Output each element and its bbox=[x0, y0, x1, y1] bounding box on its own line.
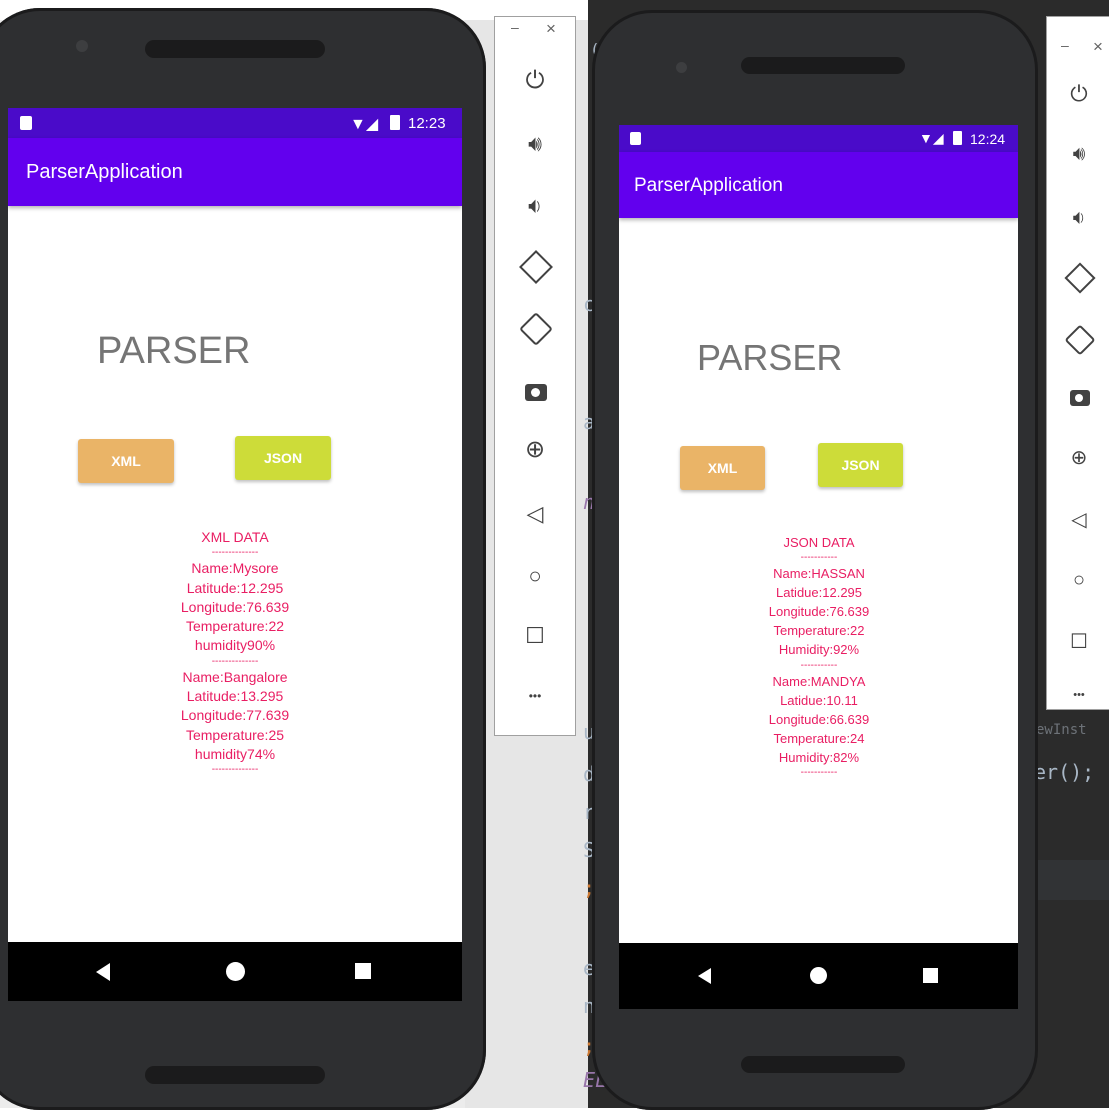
page-title: PARSER bbox=[697, 337, 843, 378]
code-fragment: ewInst bbox=[1036, 722, 1087, 738]
back-icon[interactable] bbox=[698, 968, 711, 984]
xml-button[interactable]: XML bbox=[78, 439, 174, 483]
volume-up-icon[interactable]: 🔊︎ bbox=[1059, 143, 1099, 166]
volume-down-icon[interactable]: 🔉︎ bbox=[1059, 207, 1099, 230]
separator: -------------- bbox=[211, 547, 259, 559]
record-name: Name:Bangalore bbox=[182, 668, 288, 685]
emulator-screen-left: ▼◢ 12:23 ParserApplication PARSER XML JS… bbox=[8, 108, 462, 1001]
page-title: PARSER bbox=[97, 330, 251, 372]
record-name: Name:Mysore bbox=[191, 560, 279, 577]
status-time: 12:24 bbox=[970, 131, 1006, 147]
rotate-left-icon[interactable] bbox=[1064, 262, 1096, 294]
data-output: JSON DATA ----------- Name:HASSAN Latidu… bbox=[729, 533, 909, 779]
record-temperature: Temperature:22 bbox=[773, 623, 865, 639]
camera-icon[interactable] bbox=[525, 384, 547, 401]
rotate-left-icon[interactable] bbox=[519, 250, 553, 284]
data-title: JSON DATA bbox=[783, 535, 855, 550]
overview-icon[interactable]: ☐ bbox=[1059, 629, 1099, 654]
more-icon[interactable]: ••• bbox=[515, 689, 555, 703]
power-icon[interactable]: ⏻ bbox=[1059, 81, 1099, 107]
record-name: Name:HASSAN bbox=[773, 566, 865, 582]
record-longitude: Longitude:76.639 bbox=[180, 598, 290, 615]
home-icon[interactable] bbox=[226, 962, 245, 981]
record-longitude: Longitude:76.639 bbox=[768, 604, 870, 620]
record-longitude: Longitude:77.639 bbox=[180, 707, 290, 724]
ide-editor-band bbox=[1030, 860, 1109, 900]
separator: ----------- bbox=[800, 767, 838, 779]
rotate-right-icon[interactable] bbox=[1064, 324, 1096, 356]
emulator-toolbar-left: – × ⏻ 🔊︎ 🔉︎ ⊕ ◁ ○ ☐ ••• bbox=[494, 16, 576, 736]
navigation-bar bbox=[8, 942, 462, 1001]
wifi-signal-icon: ▼◢ bbox=[919, 130, 944, 146]
sd-card-icon bbox=[20, 116, 32, 130]
front-camera bbox=[76, 40, 88, 52]
xml-button[interactable]: XML bbox=[680, 446, 765, 490]
battery-icon bbox=[953, 131, 962, 145]
speaker-grille-top bbox=[145, 40, 325, 58]
json-button[interactable]: JSON bbox=[235, 436, 331, 480]
json-button[interactable]: JSON bbox=[818, 443, 903, 487]
separator: ----------- bbox=[800, 552, 838, 564]
record-temperature: Temperature:22 bbox=[185, 618, 285, 635]
navigation-bar bbox=[619, 943, 1018, 1009]
speaker-grille-top bbox=[741, 57, 905, 74]
separator: -------------- bbox=[211, 764, 259, 776]
speaker-grille-bottom bbox=[145, 1066, 325, 1084]
wifi-signal-icon: ▼◢ bbox=[350, 116, 379, 133]
volume-up-icon[interactable]: 🔊︎ bbox=[515, 131, 555, 157]
power-icon[interactable]: ⏻ bbox=[515, 67, 555, 95]
status-bar: ▼◢ 12:23 bbox=[8, 108, 462, 138]
record-name: Name:MANDYA bbox=[772, 673, 866, 689]
separator: -------------- bbox=[211, 655, 259, 667]
back-icon[interactable] bbox=[96, 963, 110, 981]
more-icon[interactable]: ••• bbox=[1059, 689, 1099, 701]
volume-down-icon[interactable]: 🔉︎ bbox=[515, 193, 555, 219]
home-icon[interactable] bbox=[810, 967, 827, 984]
record-humidity: Humidity:82% bbox=[778, 749, 860, 765]
status-bar: ▼◢ 12:24 bbox=[619, 125, 1018, 152]
record-temperature: Temperature:25 bbox=[185, 726, 285, 743]
data-output: XML DATA -------------- Name:Mysore Lati… bbox=[135, 528, 335, 776]
close-button[interactable]: × bbox=[1093, 37, 1103, 57]
record-longitude: Longitude:66.639 bbox=[768, 711, 870, 727]
emulator-screen-right: ▼◢ 12:24 ParserApplication PARSER XML JS… bbox=[619, 125, 1018, 1009]
home-icon[interactable]: ○ bbox=[1059, 569, 1099, 592]
overview-icon[interactable] bbox=[923, 968, 938, 983]
sd-card-icon bbox=[630, 132, 641, 145]
record-latitude: Latitude:13.295 bbox=[186, 688, 284, 705]
back-icon[interactable]: ◁ bbox=[1059, 507, 1099, 532]
battery-icon bbox=[390, 115, 400, 130]
front-camera bbox=[676, 62, 687, 73]
camera-icon[interactable] bbox=[1070, 390, 1090, 406]
app-bar: ParserApplication bbox=[8, 138, 462, 206]
record-latitude: Latitude:12.295 bbox=[186, 579, 284, 596]
zoom-icon[interactable]: ⊕ bbox=[515, 435, 555, 464]
home-icon[interactable]: ○ bbox=[515, 563, 555, 589]
code-fragment: er(); bbox=[1034, 760, 1095, 784]
app-title: ParserApplication bbox=[26, 161, 183, 183]
minimize-button[interactable]: – bbox=[1061, 37, 1069, 53]
data-title: XML DATA bbox=[201, 529, 269, 545]
record-latitude: Latidue:12.295 bbox=[775, 585, 863, 601]
record-humidity: humidity90% bbox=[194, 637, 276, 654]
app-bar: ParserApplication bbox=[619, 152, 1018, 218]
record-humidity: humidity74% bbox=[194, 745, 276, 762]
status-time: 12:23 bbox=[408, 115, 446, 132]
zoom-icon[interactable]: ⊕ bbox=[1059, 445, 1099, 470]
rotate-right-icon[interactable] bbox=[519, 312, 553, 346]
record-temperature: Temperature:24 bbox=[773, 730, 865, 746]
record-latitude: Latidue:10.11 bbox=[780, 692, 858, 708]
overview-icon[interactable] bbox=[355, 963, 371, 979]
back-icon[interactable]: ◁ bbox=[515, 501, 555, 527]
record-humidity: Humidity:92% bbox=[778, 642, 860, 658]
close-button[interactable]: × bbox=[546, 19, 556, 39]
overview-icon[interactable]: ☐ bbox=[515, 623, 555, 649]
emulator-toolbar-right: – × ⏻ 🔊︎ 🔉︎ ⊕ ◁ ○ ☐ ••• bbox=[1046, 16, 1109, 710]
separator: ----------- bbox=[800, 659, 838, 671]
minimize-button[interactable]: – bbox=[511, 19, 519, 35]
app-title: ParserApplication bbox=[634, 175, 783, 196]
speaker-grille-bottom bbox=[741, 1056, 905, 1073]
